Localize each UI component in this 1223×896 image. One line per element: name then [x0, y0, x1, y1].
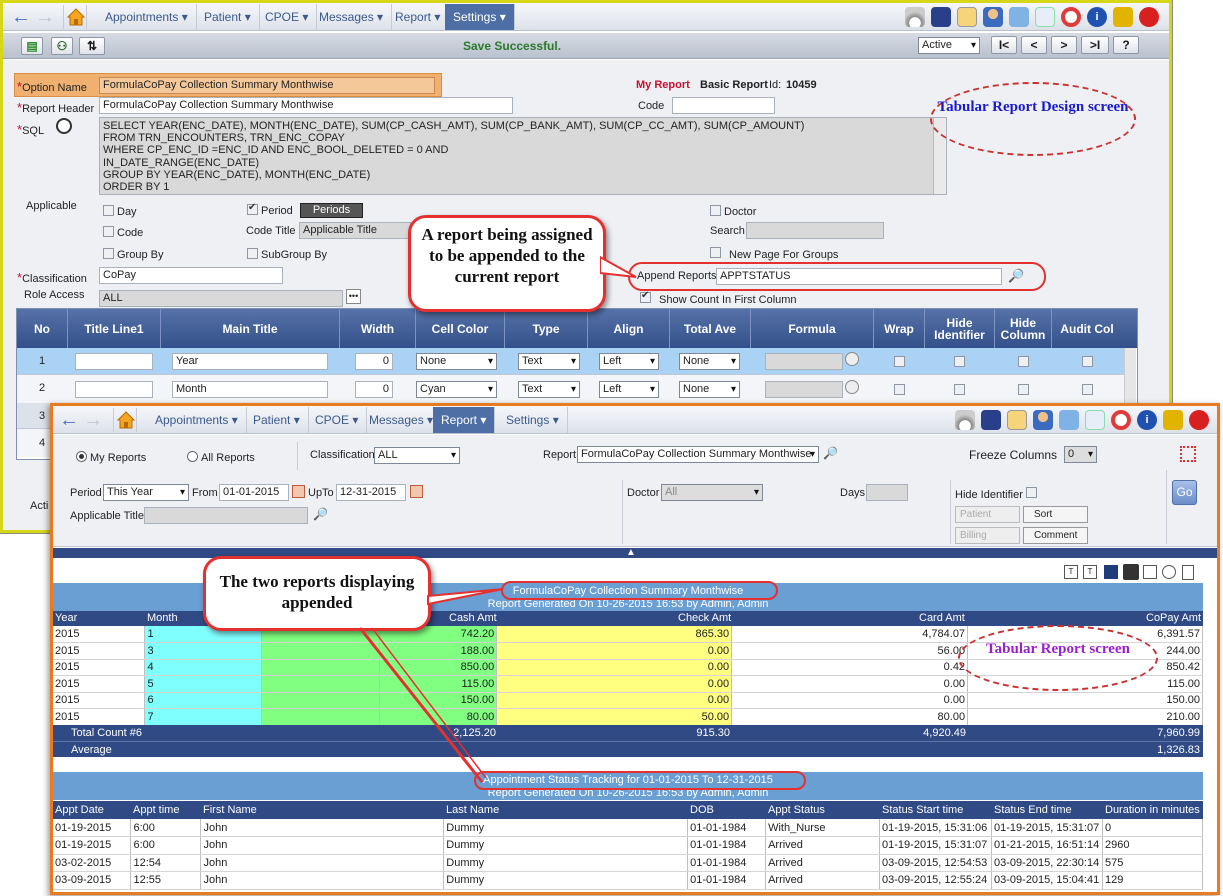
callout-arrows	[358, 588, 504, 783]
